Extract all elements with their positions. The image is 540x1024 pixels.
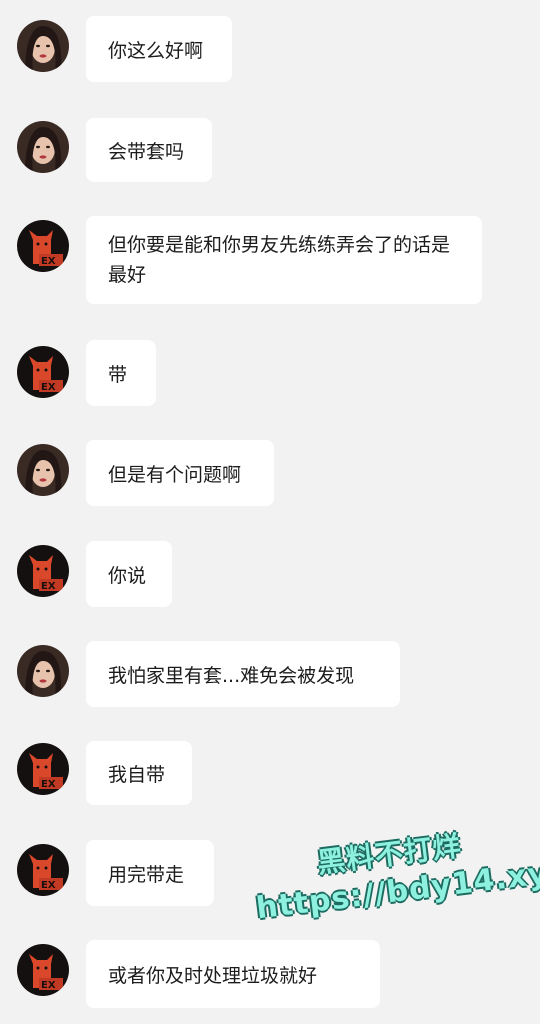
message-bubble[interactable]: 你说 (86, 541, 172, 607)
message-text: 我怕家里有套...难免会被发现 (108, 664, 355, 687)
svg-text:EX: EX (41, 581, 56, 592)
message-bubble[interactable]: 或者你及时处理垃圾就好 (86, 940, 380, 1008)
message-bubble[interactable]: 会带套吗 (86, 118, 212, 182)
message-bubble[interactable]: 我自带 (86, 741, 192, 805)
svg-text:EX: EX (41, 256, 56, 267)
avatar-cat-logo-icon[interactable]: EX (17, 346, 69, 398)
message-bubble[interactable]: 带 (86, 340, 156, 406)
avatar-cat-logo-icon[interactable]: EX (17, 220, 69, 272)
watermark-title: 黑料不打烊 (315, 829, 464, 880)
message-bubble[interactable]: 用完带走 (86, 840, 214, 906)
watermark-url: https://bdy14.xyz (254, 853, 540, 927)
avatar-woman-icon[interactable] (17, 444, 69, 496)
message-bubble[interactable]: 我怕家里有套...难免会被发现 (86, 641, 400, 707)
svg-text:EX: EX (41, 779, 56, 790)
message-text: 我自带 (108, 763, 166, 786)
avatar-woman-icon[interactable] (17, 121, 69, 173)
message-bubble[interactable]: 但你要是能和你男友先练练弄会了的话是最好 (86, 216, 482, 304)
message-text: 或者你及时处理垃圾就好 (108, 964, 318, 987)
message-text: 但是有个问题啊 (108, 463, 242, 486)
avatar-cat-logo-icon[interactable]: EX (17, 844, 69, 896)
svg-text:EX: EX (41, 980, 56, 991)
svg-text:EX: EX (41, 880, 56, 891)
message-text: 你这么好啊 (108, 39, 204, 62)
message-text: 你说 (108, 564, 147, 587)
message-bubble[interactable]: 但是有个问题啊 (86, 440, 274, 506)
avatar-cat-logo-icon[interactable]: EX (17, 545, 69, 597)
avatar-woman-icon[interactable] (17, 645, 69, 697)
watermark: 黑料不打烊 https://bdy14.xyz (248, 805, 540, 950)
svg-text:EX: EX (41, 382, 56, 393)
message-text: 带 (108, 363, 128, 386)
message-text: 但你要是能和你男友先练练弄会了的话是最好 (108, 234, 451, 286)
avatar-cat-logo-icon[interactable]: EX (17, 944, 69, 996)
message-text: 会带套吗 (108, 140, 185, 163)
message-bubble[interactable]: 你这么好啊 (86, 16, 232, 82)
message-text: 用完带走 (108, 863, 185, 886)
avatar-cat-logo-icon[interactable]: EX (17, 743, 69, 795)
avatar-woman-icon[interactable] (17, 20, 69, 72)
